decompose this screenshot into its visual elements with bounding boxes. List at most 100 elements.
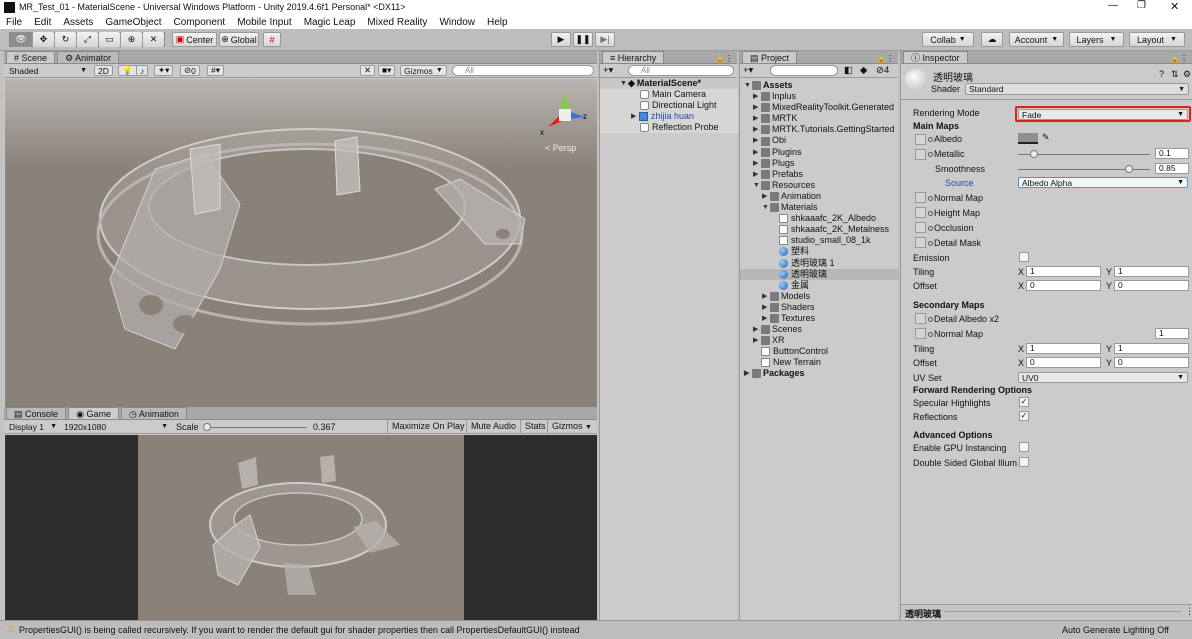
- scale-tool-icon[interactable]: ⤢: [76, 32, 98, 47]
- project-item[interactable]: 透明玻璃 1: [740, 258, 899, 269]
- effects-icon[interactable]: ✦▾: [154, 65, 174, 76]
- secondary-normal-texture-slot[interactable]: [915, 328, 926, 339]
- smoothness-slider-handle[interactable]: [1125, 165, 1133, 173]
- pivot-global-button[interactable]: ⊕ Global: [219, 32, 259, 47]
- project-item[interactable]: ▶ Shaders: [740, 302, 899, 313]
- metallic-slider-handle[interactable]: [1030, 150, 1038, 158]
- scene-viewport[interactable]: x z < Persp: [5, 79, 597, 407]
- maximize-on-play-button[interactable]: Maximize On Play: [387, 420, 469, 434]
- albedo-color-swatch[interactable]: [1018, 133, 1038, 144]
- grid-snap-button[interactable]: #: [263, 32, 281, 47]
- status-bar[interactable]: ⚠ PropertiesGUI() is being called recurs…: [0, 620, 1192, 639]
- project-item[interactable]: ButtonControl: [740, 346, 899, 357]
- mute-audio-button[interactable]: Mute Audio: [466, 420, 520, 434]
- lock-icon[interactable]: 🔒⋮: [876, 54, 894, 63]
- project-item[interactable]: ▶ MRTK.Tutorials.GettingStarted: [740, 124, 899, 135]
- persp-label[interactable]: < Persp: [545, 143, 576, 153]
- project-item[interactable]: New Terrain: [740, 357, 899, 368]
- menu-file[interactable]: File: [6, 17, 22, 28]
- shader-dropdown[interactable]: Standard ▼: [965, 83, 1189, 95]
- menu-gameobject[interactable]: GameObject: [105, 17, 161, 28]
- lighting-icon[interactable]: 💡: [118, 65, 137, 76]
- filter-type-icon[interactable]: ◧: [844, 65, 853, 76]
- hierarchy-item-reflection-probe[interactable]: Reflection Probe: [600, 122, 738, 133]
- menu-mixed-reality[interactable]: Mixed Reality: [367, 17, 427, 28]
- tab-animator[interactable]: ⚙ Animator: [57, 51, 120, 63]
- project-item[interactable]: 金属: [740, 280, 899, 291]
- presets-icon[interactable]: ⇅: [1171, 69, 1179, 80]
- smoothness-value-field[interactable]: 0.85: [1155, 163, 1189, 174]
- maximize-icon[interactable]: ❐: [1137, 0, 1146, 11]
- uv-set-dropdown[interactable]: UV0 ▼: [1018, 372, 1188, 383]
- hierarchy-search-input[interactable]: All: [628, 65, 734, 76]
- project-item[interactable]: ▼ Assets: [740, 80, 899, 91]
- normal-map-texture-slot[interactable]: [915, 192, 926, 203]
- project-search-input[interactable]: [770, 65, 838, 76]
- secondary-offset-x-field[interactable]: 0: [1026, 357, 1101, 368]
- play-icon[interactable]: ▶: [551, 32, 571, 47]
- more-icon[interactable]: ⋮: [1185, 606, 1192, 617]
- gpu-instancing-checkbox[interactable]: [1019, 442, 1029, 452]
- tab-console[interactable]: ▤ Console: [6, 407, 67, 419]
- secondary-offset-y-field[interactable]: 0: [1114, 357, 1189, 368]
- project-item[interactable]: studio_small_08_1k: [740, 235, 899, 246]
- preview-bar[interactable]: 透明玻璃 ⋮: [901, 604, 1192, 619]
- step-icon[interactable]: ▶|: [595, 32, 615, 47]
- occlusion-texture-slot[interactable]: [915, 222, 926, 233]
- menu-window[interactable]: Window: [439, 17, 475, 28]
- account-dropdown[interactable]: Account ▼: [1009, 32, 1064, 47]
- layers-dropdown[interactable]: Layers ▼: [1069, 32, 1124, 47]
- project-item[interactable]: ▶ Models: [740, 291, 899, 302]
- resolution-dropdown[interactable]: 1920x1080 ▼: [61, 421, 171, 432]
- hierarchy-item-zhijia-huan[interactable]: ▶ zhijia huan: [600, 111, 738, 122]
- grid-icon[interactable]: #▾: [207, 65, 224, 76]
- height-map-texture-slot[interactable]: [915, 207, 926, 218]
- gizmos-dropdown[interactable]: Gizmos ▼: [400, 65, 447, 76]
- emission-checkbox[interactable]: [1019, 252, 1029, 262]
- add-icon[interactable]: +▾: [743, 65, 753, 76]
- detail-albedo-texture-slot[interactable]: [915, 313, 926, 324]
- tools-icon[interactable]: ✕: [360, 65, 376, 76]
- tab-inspector[interactable]: ⓘ Inspector: [903, 51, 968, 63]
- tab-game[interactable]: ◉ Game: [68, 407, 119, 419]
- lock-icon[interactable]: 🔒⋮: [1170, 54, 1188, 63]
- metallic-texture-slot[interactable]: [915, 149, 926, 160]
- scale-slider-handle[interactable]: [203, 423, 211, 431]
- double-sided-gi-checkbox[interactable]: [1019, 457, 1029, 467]
- rotate-tool-icon[interactable]: ↻: [54, 32, 76, 47]
- cloud-icon[interactable]: ☁: [981, 32, 1003, 47]
- scale-slider-track[interactable]: [207, 427, 307, 428]
- project-item[interactable]: ▶ Prefabs: [740, 169, 899, 180]
- project-item[interactable]: ▶ MRTK: [740, 113, 899, 124]
- menu-help[interactable]: Help: [487, 17, 508, 28]
- project-item[interactable]: ▶ Obi: [740, 135, 899, 146]
- menu-mobile-input[interactable]: Mobile Input: [237, 17, 291, 28]
- secondary-tiling-y-field[interactable]: 1: [1114, 343, 1189, 354]
- project-item[interactable]: ▼ Materials: [740, 202, 899, 213]
- filter-label-icon[interactable]: ◆: [860, 65, 867, 76]
- detail-mask-texture-slot[interactable]: [915, 237, 926, 248]
- reflections-checkbox[interactable]: ✓: [1019, 411, 1029, 421]
- add-icon[interactable]: +▾: [603, 65, 613, 76]
- project-item[interactable]: shkaaafc_2K_Albedo: [740, 213, 899, 224]
- source-dropdown[interactable]: Albedo Alpha ▼: [1018, 177, 1188, 188]
- scene-search-input[interactable]: All: [452, 65, 594, 76]
- menu-component[interactable]: Component: [174, 17, 226, 28]
- pause-icon[interactable]: ❚❚: [573, 32, 593, 47]
- menu-edit[interactable]: Edit: [34, 17, 51, 28]
- project-item[interactable]: ▶ Plugins: [740, 147, 899, 158]
- project-item[interactable]: ▼ Resources: [740, 180, 899, 191]
- project-item[interactable]: 塑料: [740, 246, 899, 257]
- project-item[interactable]: ▶ XR: [740, 335, 899, 346]
- game-viewport[interactable]: [5, 435, 597, 620]
- project-item[interactable]: ▶ Textures: [740, 313, 899, 324]
- lock-icon[interactable]: 🔒⋮: [715, 54, 733, 63]
- tab-project[interactable]: ▤ Project: [742, 51, 798, 63]
- albedo-texture-slot[interactable]: [915, 134, 926, 145]
- orientation-gizmo[interactable]: x z: [540, 87, 590, 137]
- project-item[interactable]: ▶ Animation: [740, 191, 899, 202]
- view-tool-icon[interactable]: 👁: [10, 32, 32, 47]
- gear-icon[interactable]: ⚙: [1183, 69, 1191, 80]
- hierarchy-item-directional-light[interactable]: Directional Light: [600, 100, 738, 111]
- pivot-center-button[interactable]: ▣ Center: [172, 32, 217, 47]
